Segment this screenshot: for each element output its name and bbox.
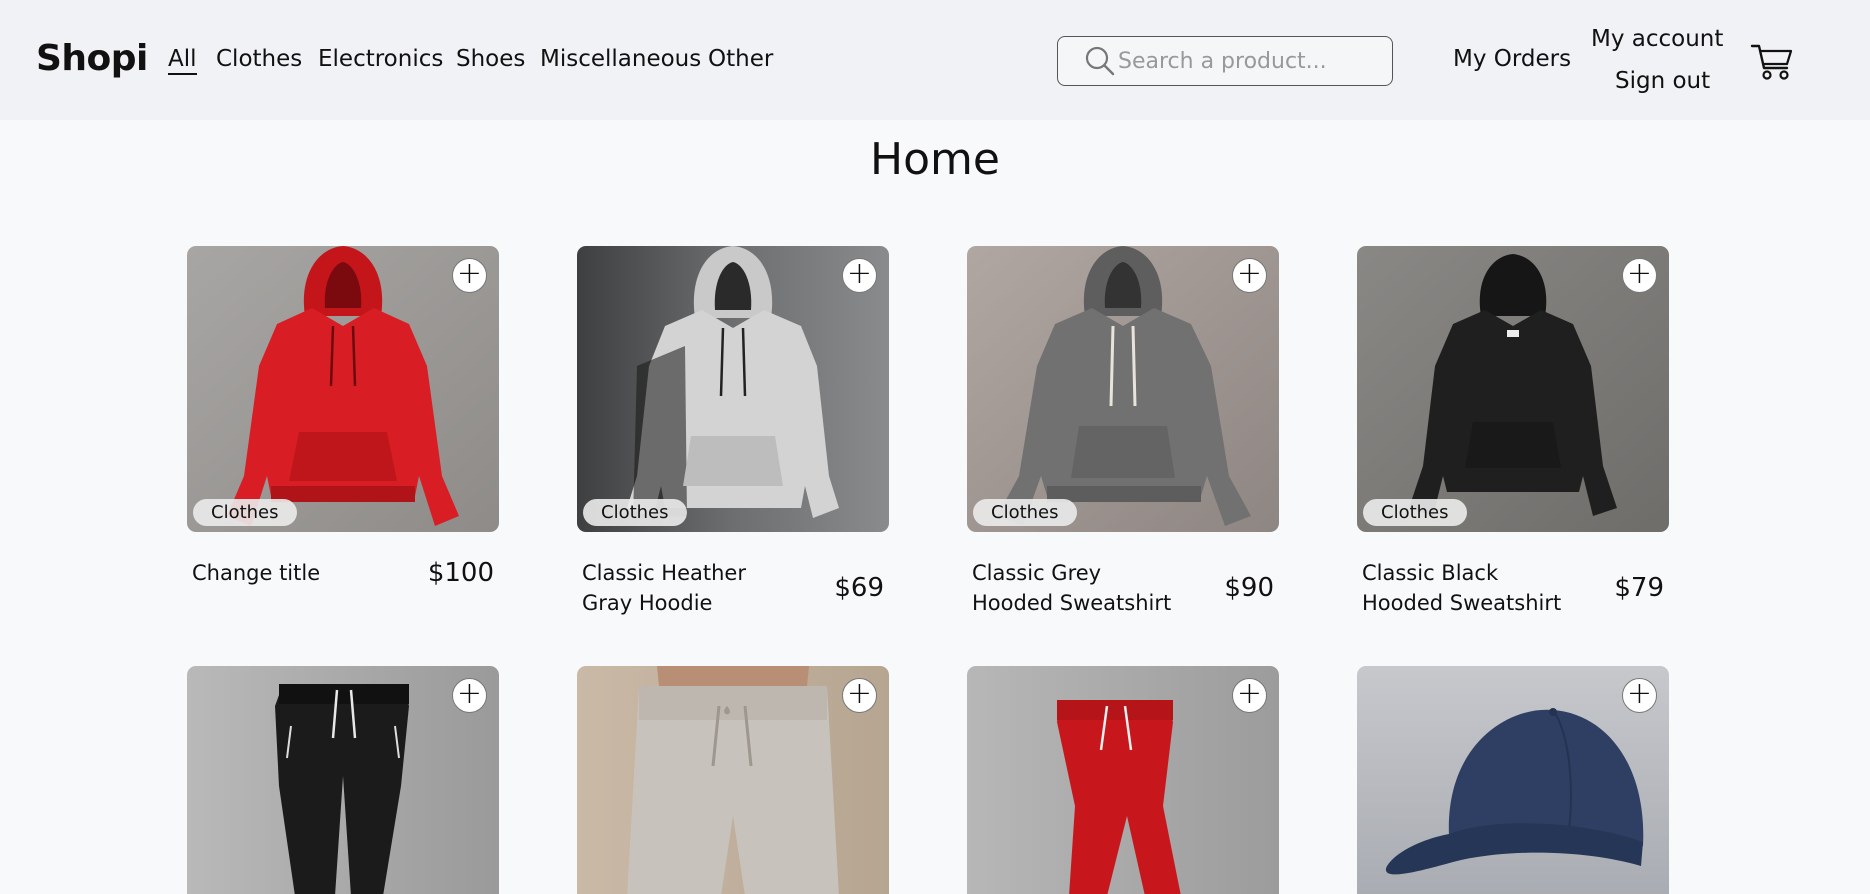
brand-logo[interactable]: Shopi xyxy=(36,38,148,79)
product-info: Classic Black Hooded Sweatshirt $79 xyxy=(1357,558,1669,618)
product-price: $69 xyxy=(834,573,884,603)
my-account-link[interactable]: My account xyxy=(1591,26,1723,52)
product-card[interactable]: + Clothes Classic Heather Gray Hoodie $6… xyxy=(577,246,889,618)
add-to-cart-button[interactable]: + xyxy=(452,678,487,713)
add-to-cart-button[interactable]: + xyxy=(842,678,877,713)
nav-link-electronics[interactable]: Electronics xyxy=(318,46,443,72)
product-image[interactable]: + xyxy=(967,666,1279,894)
product-title: Classic Black Hooded Sweatshirt xyxy=(1362,561,1562,615)
product-card[interactable]: + xyxy=(967,666,1279,894)
product-card[interactable]: + Clothes Classic Black Hooded Sweatshir… xyxy=(1357,246,1669,618)
product-image[interactable]: + xyxy=(1357,666,1669,894)
search-input[interactable] xyxy=(1118,43,1384,79)
sign-out-link[interactable]: Sign out xyxy=(1615,68,1710,94)
product-price: $90 xyxy=(1224,573,1274,603)
product-price: $100 xyxy=(427,558,494,588)
add-to-cart-button[interactable]: + xyxy=(1622,258,1657,293)
product-price: $79 xyxy=(1614,573,1664,603)
nav-link-shoes[interactable]: Shoes xyxy=(456,46,525,72)
product-card[interactable]: + xyxy=(577,666,889,894)
search-box xyxy=(1057,36,1393,86)
add-to-cart-button[interactable]: + xyxy=(842,258,877,293)
nav-link-miscellaneous[interactable]: Miscellaneous xyxy=(540,46,701,72)
product-card[interactable]: + xyxy=(1357,666,1669,894)
add-to-cart-button[interactable]: + xyxy=(1232,258,1267,293)
product-image[interactable]: + xyxy=(577,666,889,894)
shopping-cart-icon[interactable] xyxy=(1750,40,1794,82)
category-badge: Clothes xyxy=(583,499,687,526)
product-title: Change title xyxy=(192,561,321,585)
navbar: Shopi All Clothes Electronics Shoes Misc… xyxy=(0,0,1870,120)
add-to-cart-button[interactable]: + xyxy=(1232,678,1267,713)
nav-link-all[interactable]: All xyxy=(168,46,197,75)
add-to-cart-button[interactable]: + xyxy=(1622,678,1657,713)
light-grey-hoodie-image xyxy=(577,246,889,532)
product-card[interactable]: + Clothes Change title $100 xyxy=(187,246,499,618)
product-image[interactable]: + Clothes xyxy=(1357,246,1669,532)
product-info: Classic Grey Hooded Sweatshirt $90 xyxy=(967,558,1279,618)
product-title: Classic Heather Gray Hoodie xyxy=(582,561,746,615)
product-info: Classic Heather Gray Hoodie $69 xyxy=(577,558,889,618)
black-hoodie-image xyxy=(1357,246,1669,532)
category-badge: Clothes xyxy=(193,499,297,526)
product-title: Classic Grey Hooded Sweatshirt xyxy=(972,561,1172,615)
nav-link-other[interactable]: Other xyxy=(708,46,773,72)
category-badge: Clothes xyxy=(973,499,1077,526)
my-orders-link[interactable]: My Orders xyxy=(1453,46,1571,72)
product-image[interactable]: + Clothes xyxy=(577,246,889,532)
product-image[interactable]: + Clothes xyxy=(187,246,499,532)
product-image[interactable]: + xyxy=(187,666,499,894)
nav-link-clothes[interactable]: Clothes xyxy=(216,46,302,72)
grey-hoodie-image xyxy=(967,246,1279,532)
product-image[interactable]: + Clothes xyxy=(967,246,1279,532)
product-card[interactable]: + xyxy=(187,666,499,894)
red-hoodie-image xyxy=(187,246,499,532)
add-to-cart-button[interactable]: + xyxy=(452,258,487,293)
product-info: Change title $100 xyxy=(187,558,499,618)
page-title: Home xyxy=(870,134,1000,185)
product-card[interactable]: + Clothes Classic Grey Hooded Sweatshirt… xyxy=(967,246,1279,618)
search-icon xyxy=(1085,46,1115,76)
category-badge: Clothes xyxy=(1363,499,1467,526)
